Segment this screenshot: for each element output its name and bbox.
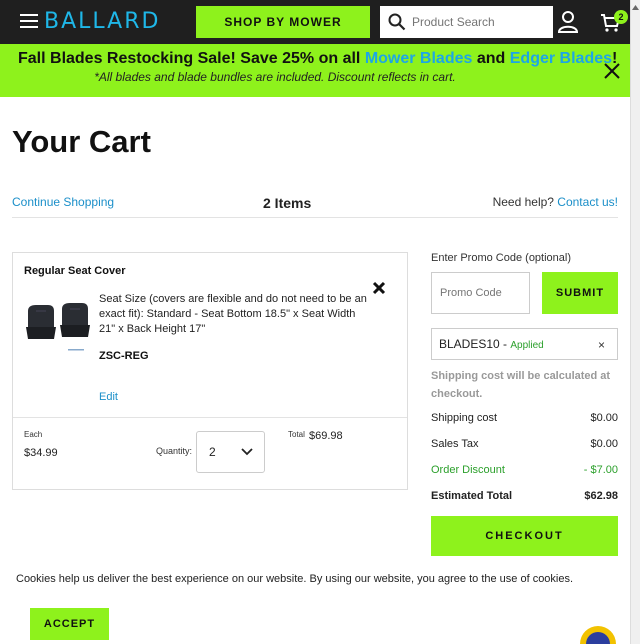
summary-row-discount: Order Discount - $7.00: [431, 464, 618, 476]
banner-title: Fall Blades Restocking Sale! Save 25% on…: [18, 50, 617, 68]
summary-value: $0.00: [590, 438, 618, 450]
site-logo[interactable]: BALLARD: [44, 9, 160, 34]
applied-code-text: BLADES10: [439, 337, 500, 351]
cart-item: Regular Seat Cover Seat Size (covers are…: [12, 252, 408, 490]
page-scrollbar[interactable]: [630, 0, 640, 644]
summary-label: Shipping cost: [431, 412, 498, 424]
applied-status: Applied: [510, 340, 544, 351]
item-name[interactable]: Regular Seat Cover: [24, 265, 125, 277]
banner-title-text: Fall Blades Restocking Sale! Save 25% on…: [18, 50, 365, 67]
page-title: Your Cart: [12, 124, 151, 159]
checkout-button[interactable]: CHECKOUT: [431, 516, 618, 556]
summary-value: $62.98: [584, 490, 618, 502]
promo-code-field[interactable]: [431, 272, 530, 314]
total-label: Total: [288, 430, 305, 439]
menu-icon[interactable]: [20, 14, 38, 28]
banner-title-text: and: [472, 50, 510, 67]
edit-item-link[interactable]: Edit: [99, 391, 118, 403]
search-icon[interactable]: [388, 13, 406, 31]
applied-code: BLADES10 - Applied: [439, 337, 544, 351]
help-label: Need help?: [492, 195, 558, 209]
items-count: 2 Items: [263, 195, 312, 211]
item-sku: ZSC-REG: [99, 350, 149, 362]
summary-label: Order Discount: [431, 464, 505, 476]
remove-item-icon[interactable]: [371, 280, 387, 296]
chevron-down-icon: [241, 448, 253, 456]
account-icon[interactable]: [558, 11, 578, 33]
help-text: Need help? Contact us!: [493, 195, 618, 209]
promo-label: Enter Promo Code (optional): [431, 252, 572, 264]
total-price: $69.98: [309, 430, 343, 442]
remove-promo-button[interactable]: ×: [598, 338, 605, 352]
summary-label: Estimated Total: [431, 490, 513, 502]
each-label: Each: [24, 430, 43, 439]
summary-label: Sales Tax: [431, 438, 479, 450]
banner-subtitle: *All blades and blade bundles are includ…: [94, 70, 456, 84]
cookie-notice-text: Cookies help us deliver the best experie…: [16, 573, 574, 585]
each-price: $34.99: [24, 447, 58, 459]
top-nav: BALLARD SHOP BY MOWER 2: [0, 0, 640, 44]
shipping-note: Shipping cost will be calculated at chec…: [431, 370, 611, 400]
summary-row-total: Estimated Total $62.98: [431, 490, 618, 502]
promo-banner: Fall Blades Restocking Sale! Save 25% on…: [0, 44, 630, 97]
promo-code-input[interactable]: [432, 273, 529, 313]
quantity-select[interactable]: 2: [196, 431, 265, 473]
product-thumbnail[interactable]: [24, 301, 90, 353]
trust-badge-icon[interactable]: [580, 626, 616, 644]
applied-promo: BLADES10 - Applied ×: [431, 328, 618, 360]
edger-blades-link[interactable]: Edger Blades: [510, 50, 612, 67]
summary-value: $0.00: [590, 412, 618, 424]
continue-shopping-link[interactable]: Continue Shopping: [12, 195, 114, 209]
submit-promo-button[interactable]: SUBMIT: [542, 272, 618, 314]
mower-blades-link[interactable]: Mower Blades: [365, 50, 473, 67]
cart-count-badge: 2: [614, 10, 628, 24]
summary-value: - $7.00: [583, 464, 618, 476]
summary-row: Sales Tax $0.00: [431, 438, 618, 450]
search-box[interactable]: [380, 6, 553, 38]
scroll-up-icon[interactable]: [632, 4, 639, 12]
divider: [12, 217, 618, 218]
summary-row: Shipping cost $0.00: [431, 412, 618, 424]
divider: [13, 417, 407, 418]
shop-by-mower-button[interactable]: SHOP BY MOWER: [196, 6, 370, 38]
contact-us-link[interactable]: Contact us!: [557, 195, 618, 209]
quantity-value: 2: [209, 445, 216, 459]
quantity-label: Quantity:: [156, 446, 193, 456]
item-description: Seat Size (covers are flexible and do no…: [99, 293, 367, 335]
search-input[interactable]: [412, 6, 550, 38]
close-icon[interactable]: [603, 62, 621, 80]
accept-cookies-button[interactable]: ACCEPT: [30, 608, 109, 640]
